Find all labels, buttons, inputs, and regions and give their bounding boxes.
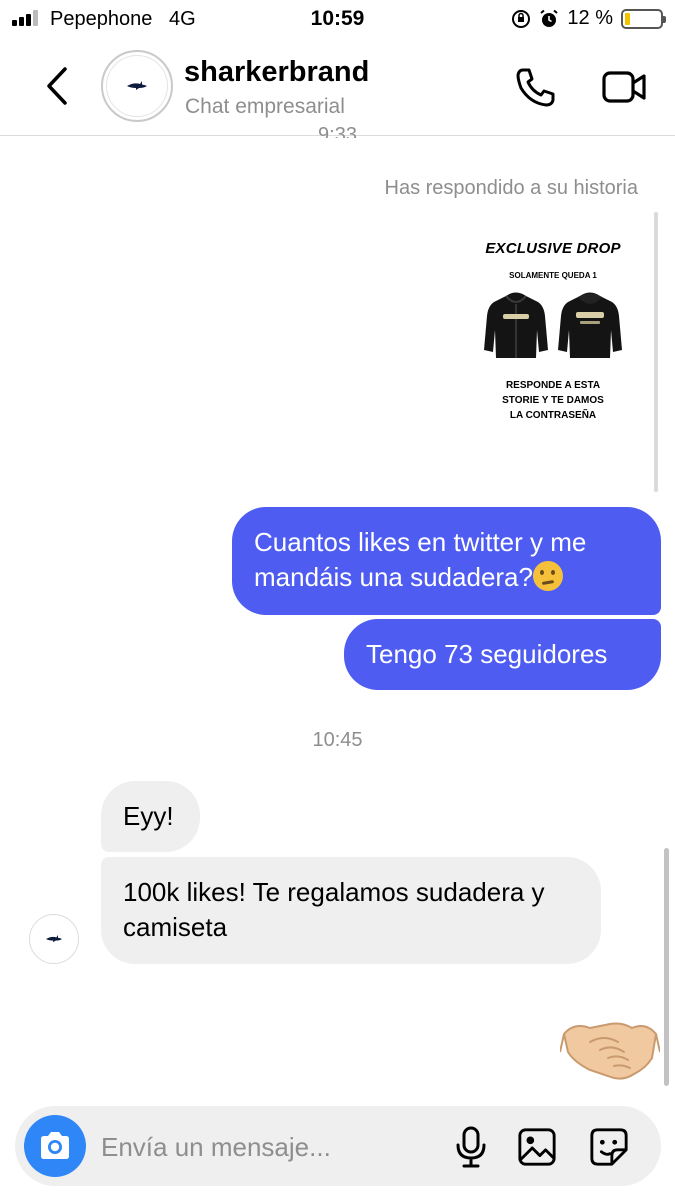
handshake-icon[interactable] (560, 1012, 660, 1084)
hoodies-image (473, 290, 633, 360)
story-preview[interactable]: EXCLUSIVE DROP SOLAMENTE QUEDA 1 RESPOND… (473, 222, 633, 490)
received-message[interactable]: Eyy! (101, 781, 200, 852)
story-reply-note: Has respondido a su historia (384, 177, 638, 199)
battery-percent: 12 % (567, 7, 613, 29)
message-input[interactable] (101, 1130, 441, 1164)
hoodie-front-icon (484, 292, 548, 358)
back-chevron-icon[interactable] (40, 66, 74, 106)
received-message[interactable]: 100k likes! Te regalamos sudadera y cami… (101, 857, 601, 964)
message-composer (15, 1106, 661, 1186)
sender-avatar[interactable] (29, 914, 79, 964)
contact-avatar[interactable] (101, 50, 173, 122)
scrollbar[interactable] (664, 848, 669, 1086)
story-subtitle: SOLAMENTE QUEDA 1 (509, 271, 597, 280)
thinking-face-icon (532, 561, 563, 591)
orientation-lock-icon (512, 9, 531, 28)
video-camera-icon[interactable] (602, 66, 646, 108)
alarm-icon (540, 9, 559, 27)
camera-button[interactable] (24, 1115, 86, 1177)
battery-icon (621, 8, 666, 29)
story-title: EXCLUSIVE DROP (485, 240, 621, 257)
shark-logo-icon (46, 935, 62, 943)
contact-subtitle: Chat empresarial (185, 95, 345, 118)
story-cta: RESPONDE A ESTA STORIE Y TE DAMOS LA CON… (502, 380, 604, 421)
gallery-icon[interactable] (517, 1126, 557, 1168)
timestamp: 10:45 (312, 729, 363, 751)
status-bar: Pepephone 4G 10:59 12 % (0, 0, 675, 38)
sticker-icon[interactable] (589, 1126, 629, 1168)
hoodie-back-icon (558, 292, 622, 358)
partial-timestamp: 9:33 (318, 124, 357, 138)
microphone-icon[interactable] (451, 1126, 491, 1168)
phone-icon[interactable] (514, 66, 558, 108)
contact-name[interactable]: sharkerbrand (184, 56, 369, 89)
shark-logo-icon (127, 81, 147, 90)
sent-message[interactable]: Cuantos likes en twitter y me mandáis un… (232, 507, 661, 615)
sent-message[interactable]: Tengo 73 seguidores (344, 619, 661, 690)
story-quote-bar (654, 212, 658, 492)
chat-header: sharkerbrand Chat empresarial (0, 38, 675, 136)
camera-icon (41, 1132, 69, 1159)
